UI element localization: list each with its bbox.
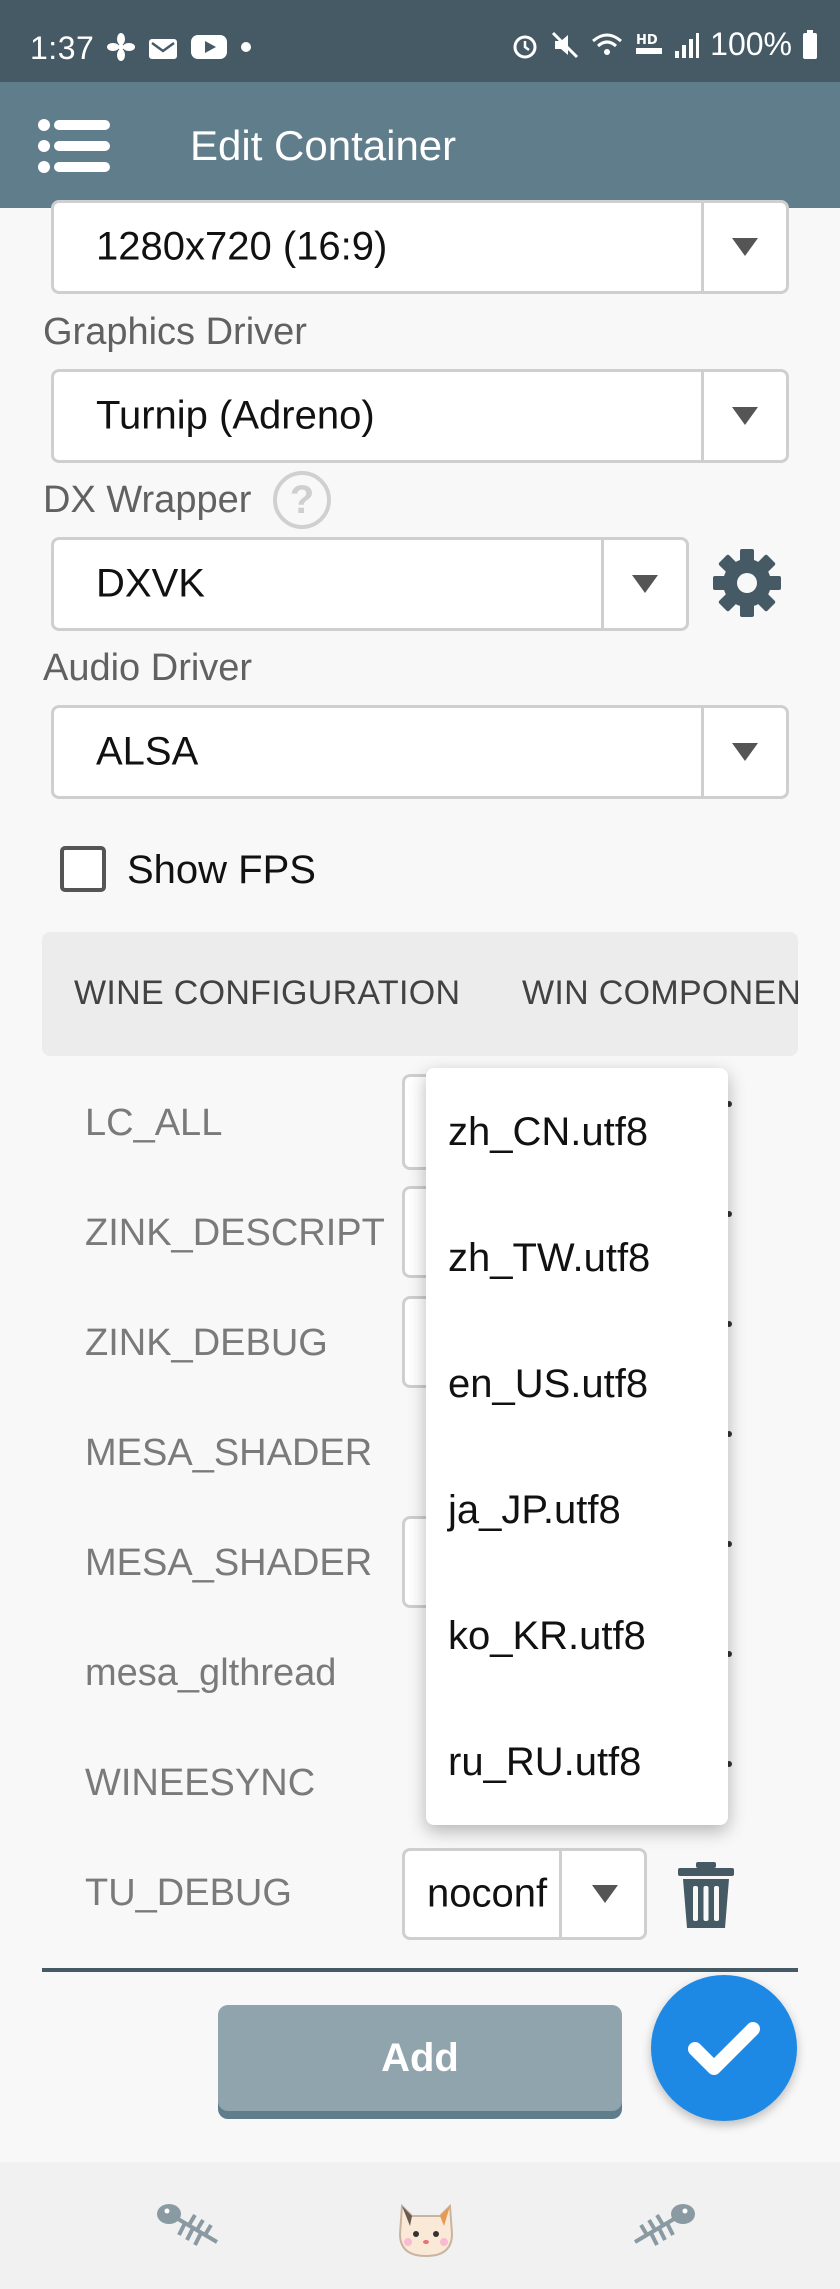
bottom-nav — [0, 2162, 840, 2289]
mute-icon — [552, 31, 579, 58]
tu-debug-dropdown[interactable]: noconf — [402, 1848, 647, 1940]
add-button[interactable]: Add — [218, 2005, 622, 2111]
show-fps-checkbox[interactable] — [60, 846, 106, 892]
chevron-down-icon — [732, 238, 758, 256]
dot-icon — [241, 42, 251, 52]
fishbone-icon[interactable] — [155, 2198, 227, 2258]
app-bar: Edit Container — [0, 82, 840, 208]
graphics-driver-value: Turnip (Adreno) — [96, 393, 375, 438]
help-icon[interactable]: ? — [273, 471, 331, 529]
cat-icon[interactable] — [390, 2198, 462, 2258]
locale-option[interactable]: ja_JP.utf8 — [448, 1488, 621, 1533]
locale-option[interactable]: zh_CN.utf8 — [448, 1110, 648, 1155]
config-tabs: WINE CONFIGURATION WIN COMPONEN — [42, 932, 798, 1056]
chevron-down-icon — [732, 407, 758, 425]
tab-win-components[interactable]: WIN COMPONEN — [522, 974, 798, 1013]
env-key-mesa-shader: MESA_SHADER — [85, 1432, 373, 1474]
youtube-icon — [191, 35, 227, 59]
status-time: 1:37 — [30, 30, 95, 66]
gear-icon[interactable] — [712, 548, 782, 618]
audio-driver-label: Audio Driver — [43, 647, 253, 689]
env-key-wineesync: WINEESYNC — [85, 1762, 316, 1804]
hd-voice-icon: HD — [636, 33, 663, 54]
graphics-driver-dropdown[interactable]: Turnip (Adreno) — [51, 369, 789, 463]
locale-option[interactable]: zh_TW.utf8 — [448, 1236, 650, 1281]
show-fps-label: Show FPS — [127, 848, 316, 892]
trash-icon[interactable] — [676, 1862, 736, 1930]
locale-option[interactable]: ko_KR.utf8 — [448, 1614, 646, 1659]
signal-icon — [675, 32, 700, 58]
check-icon — [688, 2022, 760, 2075]
graphics-driver-label: Graphics Driver — [43, 311, 307, 353]
dx-wrapper-value: DXVK — [96, 561, 205, 606]
chevron-down-icon — [632, 575, 658, 593]
audio-driver-value: ALSA — [96, 729, 199, 774]
env-key-mesa-glthread: mesa_glthread — [85, 1652, 337, 1694]
status-bar: 1:37 HD 100% — [0, 0, 840, 82]
locale-popup-menu: zh_CN.utf8 zh_TW.utf8 en_US.utf8 ja_JP.u… — [426, 1068, 728, 1825]
screen-size-dropdown[interactable]: 1280x720 (16:9) — [51, 200, 789, 294]
fishbone-icon[interactable] — [625, 2198, 697, 2258]
dx-wrapper-label: DX Wrapper — [43, 479, 252, 521]
env-key-tu-debug: TU_DEBUG — [85, 1872, 292, 1914]
chevron-down-icon — [592, 1885, 618, 1903]
audio-driver-dropdown[interactable]: ALSA — [51, 705, 789, 799]
locale-option[interactable]: en_US.utf8 — [448, 1362, 648, 1407]
dx-wrapper-dropdown[interactable]: DXVK — [51, 537, 689, 631]
battery-icon — [803, 29, 817, 59]
tu-debug-value: noconf — [427, 1871, 548, 1916]
wifi-icon — [592, 33, 623, 55]
env-key-mesa-shader-2: MESA_SHADER — [85, 1542, 373, 1584]
alarm-icon — [513, 35, 537, 58]
mail-icon — [149, 39, 177, 59]
menu-icon[interactable] — [38, 118, 110, 174]
section-divider — [42, 1968, 798, 1972]
fan-icon — [107, 33, 135, 61]
tab-wine-configuration[interactable]: WINE CONFIGURATION — [74, 974, 460, 1013]
screen-size-value: 1280x720 (16:9) — [96, 224, 388, 269]
battery-percent: 100% — [710, 26, 792, 62]
page-title: Edit Container — [190, 122, 457, 169]
locale-option[interactable]: ru_RU.utf8 — [448, 1740, 641, 1785]
env-key-lc-all: LC_ALL — [85, 1102, 223, 1144]
env-key-zink-debug: ZINK_DEBUG — [85, 1322, 328, 1364]
svg-text:HD: HD — [636, 33, 658, 48]
confirm-fab[interactable] — [651, 1975, 797, 2121]
chevron-down-icon — [732, 743, 758, 761]
env-key-zink-descript: ZINK_DESCRIPT — [85, 1212, 385, 1254]
